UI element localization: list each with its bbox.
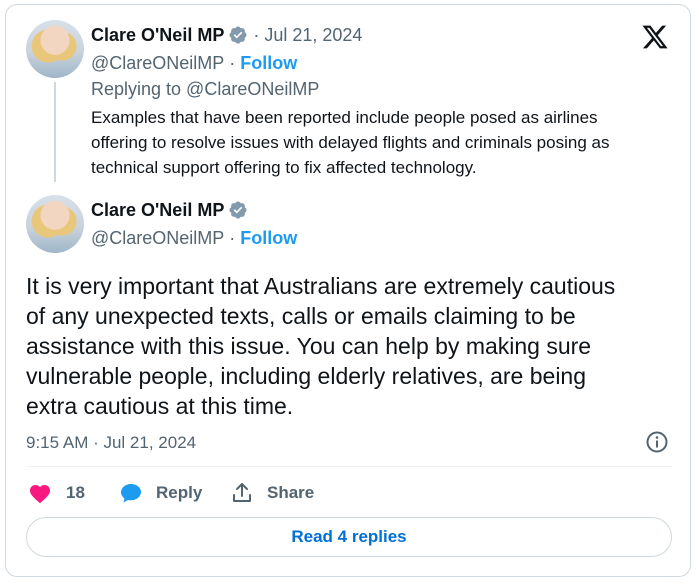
avatar[interactable] [26, 20, 84, 78]
reply-author-row: Clare O'Neil MP · Jul 21, 2024 [91, 22, 362, 48]
author-name[interactable]: Clare O'Neil MP [91, 25, 224, 46]
reply-handle-row: @ClareONeilMP · Follow [91, 50, 297, 76]
tweet-date[interactable]: · Jul 21, 2024 [253, 25, 362, 46]
heart-icon [28, 482, 52, 504]
reply-label: Reply [156, 483, 203, 502]
reply-text-line: Examples that have been reported include… [91, 108, 598, 127]
reply-bubble-icon [119, 481, 143, 505]
reply-text-line: offering to resolve issues with delayed … [91, 133, 610, 152]
author-handle[interactable]: @ClareONeilMP [91, 53, 224, 74]
share-icon [230, 481, 254, 505]
tweet-text-line: assistance with this issue. You can help… [26, 333, 592, 359]
separator-dot: · [229, 227, 236, 248]
main-handle-row: @ClareONeilMP · Follow [91, 225, 297, 251]
avatar[interactable] [26, 195, 84, 253]
info-icon[interactable] [645, 430, 669, 454]
main-tweet-text: It is very important that Australians ar… [26, 271, 681, 421]
main-author-row: Clare O'Neil MP [91, 197, 248, 223]
tweet-text-line: It is very important that Australians ar… [26, 273, 616, 299]
author-name[interactable]: Clare O'Neil MP [91, 200, 224, 221]
share-button[interactable]: Share [230, 480, 314, 506]
reply-tweet-text: Examples that have been reported include… [91, 105, 671, 180]
tweet-text-line: vulnerable people, including elderly rel… [26, 363, 587, 389]
thread-line [54, 82, 56, 182]
divider [26, 466, 672, 467]
tweet-text-line: extra cautious at this time. [26, 393, 294, 419]
follow-button[interactable]: Follow [240, 53, 297, 74]
read-replies-button[interactable]: Read 4 replies [26, 517, 672, 557]
read-replies-label: Read 4 replies [291, 527, 407, 546]
verified-badge-icon [228, 200, 248, 220]
tweet-timestamp[interactable]: 9:15 AM · Jul 21, 2024 [26, 431, 196, 455]
replying-to-text: Replying to @ClareONeilMP [91, 79, 320, 99]
tweet-text-line: of any unexpected texts, calls or emails… [26, 303, 576, 329]
separator-dot: · [229, 52, 236, 73]
like-count: 18 [66, 483, 85, 502]
verified-badge-icon [228, 25, 248, 45]
reply-button[interactable]: Reply [119, 480, 202, 506]
author-handle[interactable]: @ClareONeilMP [91, 228, 224, 249]
reply-text-line: technical support offering to fix affect… [91, 158, 477, 177]
like-button[interactable]: 18 [28, 480, 85, 506]
x-logo-icon[interactable] [640, 23, 670, 51]
share-label: Share [267, 483, 315, 502]
follow-button[interactable]: Follow [240, 228, 297, 249]
